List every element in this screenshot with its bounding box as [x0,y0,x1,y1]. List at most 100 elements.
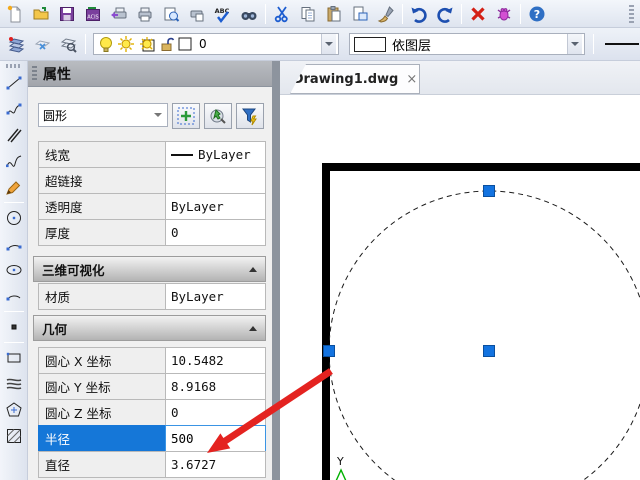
property-row[interactable]: 圆心 Y 坐标 8.9168 [38,373,266,400]
property-row[interactable]: 厚度 0 [38,219,266,246]
property-value[interactable] [165,167,266,194]
spline-icon[interactable] [2,148,26,174]
undo-icon[interactable] [406,2,432,26]
toolbar-separator [3,311,24,312]
property-label: 厚度 [38,219,165,246]
select-objects-button[interactable] [204,103,232,129]
toggle-pickadd-button[interactable] [172,103,200,129]
paste-icon[interactable] [321,2,347,26]
property-row[interactable]: 直径 3.6727 [38,451,266,478]
layer-search-icon[interactable] [56,32,82,56]
model-canvas[interactable]: Y [280,95,640,480]
arc-icon[interactable] [2,231,26,257]
property-label: 线宽 [38,141,165,168]
lightbulb-icon [100,37,112,52]
spell-check-icon[interactable]: ABC [210,2,236,26]
property-row[interactable]: 透明度 ByLayer [38,193,266,220]
layer-states-icon[interactable] [30,32,56,56]
property-row[interactable]: 圆心 X 坐标 10.5482 [38,347,266,374]
help-icon[interactable]: ? [524,2,550,26]
color-dropdown-arrow[interactable] [567,34,582,54]
quick-select-button[interactable] [236,103,264,129]
section-title: 三维可视化 [42,262,105,278]
export-acis-icon[interactable]: ACIS [80,2,106,26]
cut-icon[interactable] [269,2,295,26]
property-row[interactable]: 材质 ByLayer [38,283,266,310]
close-icon[interactable]: × [406,72,417,87]
redo-icon[interactable] [432,2,458,26]
debug-icon[interactable] [491,2,517,26]
print-icon[interactable] [132,2,158,26]
layer-properties-icon[interactable] [4,32,30,56]
object-type-arrow[interactable] [150,104,165,126]
save-icon[interactable] [54,2,80,26]
circle-icon[interactable] [2,205,26,231]
layer-dropdown-arrow[interactable] [321,34,336,54]
property-value[interactable]: ByLayer [165,283,266,310]
toolbar-separator [3,202,24,203]
property-value[interactable]: 8.9168 [165,373,266,400]
polyline-icon[interactable] [2,96,26,122]
radius-value-cell[interactable] [165,425,266,452]
page-setup-icon[interactable] [184,2,210,26]
properties-title-bar[interactable]: 属性 [28,61,272,87]
property-row-radius-selected[interactable]: 半径 [38,425,266,452]
paste-special-icon[interactable] [347,2,373,26]
polygon-icon[interactable] [2,397,26,423]
rectangle-icon[interactable] [2,345,26,371]
property-value[interactable]: ByLayer [165,141,266,168]
property-label: 透明度 [38,193,165,220]
find-icon[interactable] [236,2,262,26]
grip-top-quadrant[interactable] [483,185,495,197]
line-icon[interactable] [2,70,26,96]
new-icon[interactable] [2,2,28,26]
copy-icon[interactable] [295,2,321,26]
section-header-3d-visualization[interactable]: 三维可视化 [33,256,266,282]
plot-icon[interactable] [106,2,132,26]
collapse-icon[interactable] [249,266,257,272]
color-value: 依图层 [392,38,432,54]
sketch-icon[interactable] [2,174,26,200]
color-dropdown[interactable]: 依图层 [349,33,585,55]
property-row[interactable]: 线宽 ByLayer [38,141,266,168]
section-header-geometry[interactable]: 几何 [33,315,266,341]
erase-icon[interactable] [465,2,491,26]
property-value[interactable]: 0 [165,399,266,426]
linetype-preview[interactable] [605,43,639,45]
layout-border-top [322,163,640,171]
toolbar-drag-handle[interactable] [5,64,22,68]
point-icon[interactable] [2,314,26,340]
selected-circle-entity[interactable] [328,190,640,480]
toolbar-drag-handle[interactable] [629,4,634,23]
hatch-icon[interactable] [2,423,26,449]
print-preview-icon[interactable] [158,2,184,26]
property-value[interactable]: ByLayer [165,193,266,220]
property-row[interactable]: 超链接 [38,167,266,194]
property-label: 圆心 Y 坐标 [38,373,165,400]
property-value[interactable]: 3.6727 [165,451,266,478]
ellipse-icon[interactable] [2,257,26,283]
grip-center[interactable] [483,345,495,357]
match-properties-icon[interactable] [373,2,399,26]
layer-color-swatch [178,37,192,50]
drawing-area: Drawing1.dwg × Y [280,61,640,480]
collapse-icon[interactable] [249,325,257,331]
grip-left-quadrant[interactable] [323,345,335,357]
layer-dropdown[interactable]: 0 [93,33,339,55]
property-value[interactable]: 0 [165,219,266,246]
layout-border-left [322,163,330,480]
palette-drag-handle[interactable] [32,65,37,82]
property-label: 圆心 X 坐标 [38,347,165,374]
mline-icon[interactable] [2,122,26,148]
property-row[interactable]: 圆心 Z 坐标 0 [38,399,266,426]
object-type-select[interactable]: 圆形 [38,103,168,127]
lineweight-glyph [171,153,193,156]
ellipse-arc-icon[interactable] [2,283,26,309]
draw-toolbar [0,61,28,480]
open-icon[interactable] [28,2,54,26]
revision-lines-icon[interactable] [2,371,26,397]
document-tab[interactable]: Drawing1.dwg × [290,64,420,94]
property-value[interactable]: 10.5482 [165,347,266,374]
radius-input[interactable] [166,426,265,451]
toolbar-separator [461,3,462,24]
